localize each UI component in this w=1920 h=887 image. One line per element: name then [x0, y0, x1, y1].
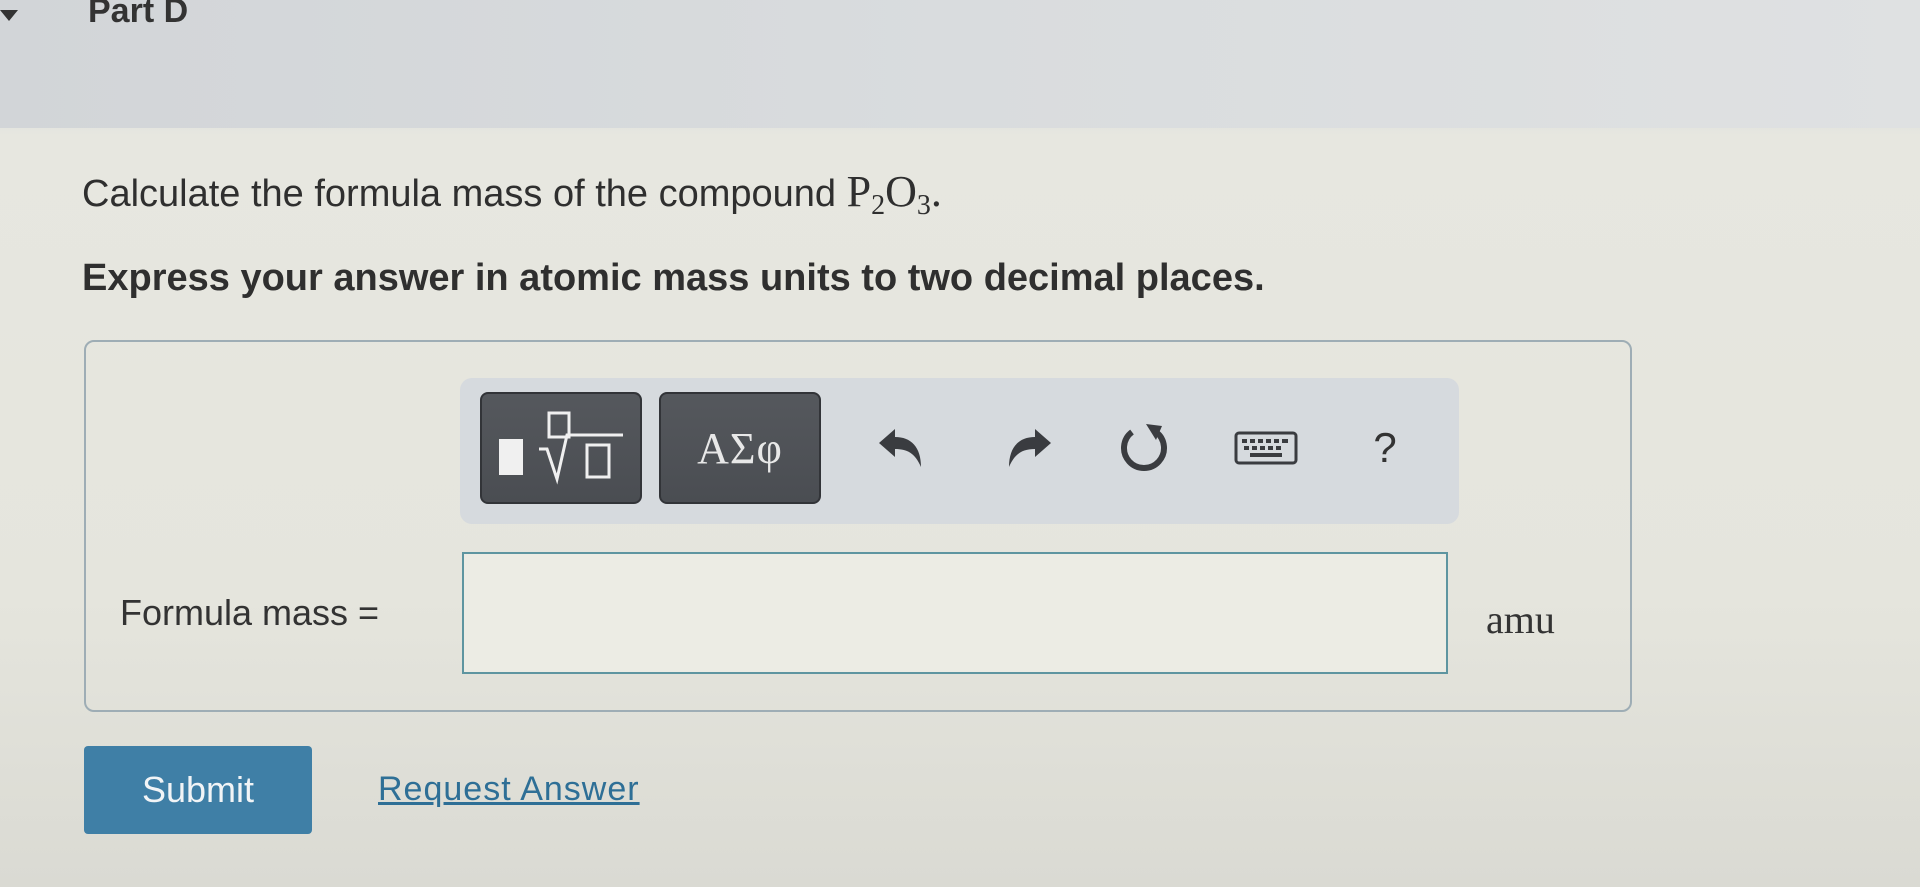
templates-icon — [499, 411, 623, 485]
request-answer-link[interactable]: Request Answer — [378, 770, 640, 809]
templates-button[interactable] — [480, 392, 642, 504]
keyboard-button[interactable] — [1230, 418, 1302, 478]
help-button[interactable]: ? — [1360, 418, 1410, 478]
part-header — [0, 0, 1920, 128]
help-icon: ? — [1373, 424, 1397, 471]
undo-icon — [879, 429, 921, 467]
compound-element-2: O — [885, 167, 917, 216]
compound-formula: P2O3. — [846, 167, 942, 221]
greek-symbols-button[interactable]: ΑΣφ — [659, 392, 821, 504]
submit-button[interactable]: Submit — [84, 746, 312, 834]
compound-element-1: P — [846, 167, 872, 216]
redo-icon — [1009, 429, 1051, 467]
keyboard-icon — [1234, 431, 1298, 465]
reset-button[interactable] — [1112, 418, 1176, 478]
redo-button[interactable] — [1000, 418, 1060, 478]
compound-period: . — [930, 167, 942, 216]
collapse-caret-icon[interactable] — [0, 10, 18, 21]
question-prompt: Calculate the formula mass of the compou… — [82, 166, 942, 222]
reset-icon — [1121, 424, 1167, 471]
question-text: Calculate the formula mass of the compou… — [82, 173, 847, 215]
formula-mass-label: Formula mass = — [120, 592, 380, 633]
unit-label: amu — [1486, 597, 1555, 642]
compound-subscript-1: 2 — [871, 190, 886, 221]
answer-instruction: Express your answer in atomic mass units… — [82, 257, 1265, 299]
greek-symbols-label: ΑΣφ — [697, 423, 783, 473]
formula-mass-input[interactable] — [462, 552, 1448, 674]
part-title[interactable]: Part D — [88, 0, 188, 31]
compound-subscript-2: 3 — [916, 190, 931, 221]
undo-button[interactable] — [870, 418, 930, 478]
